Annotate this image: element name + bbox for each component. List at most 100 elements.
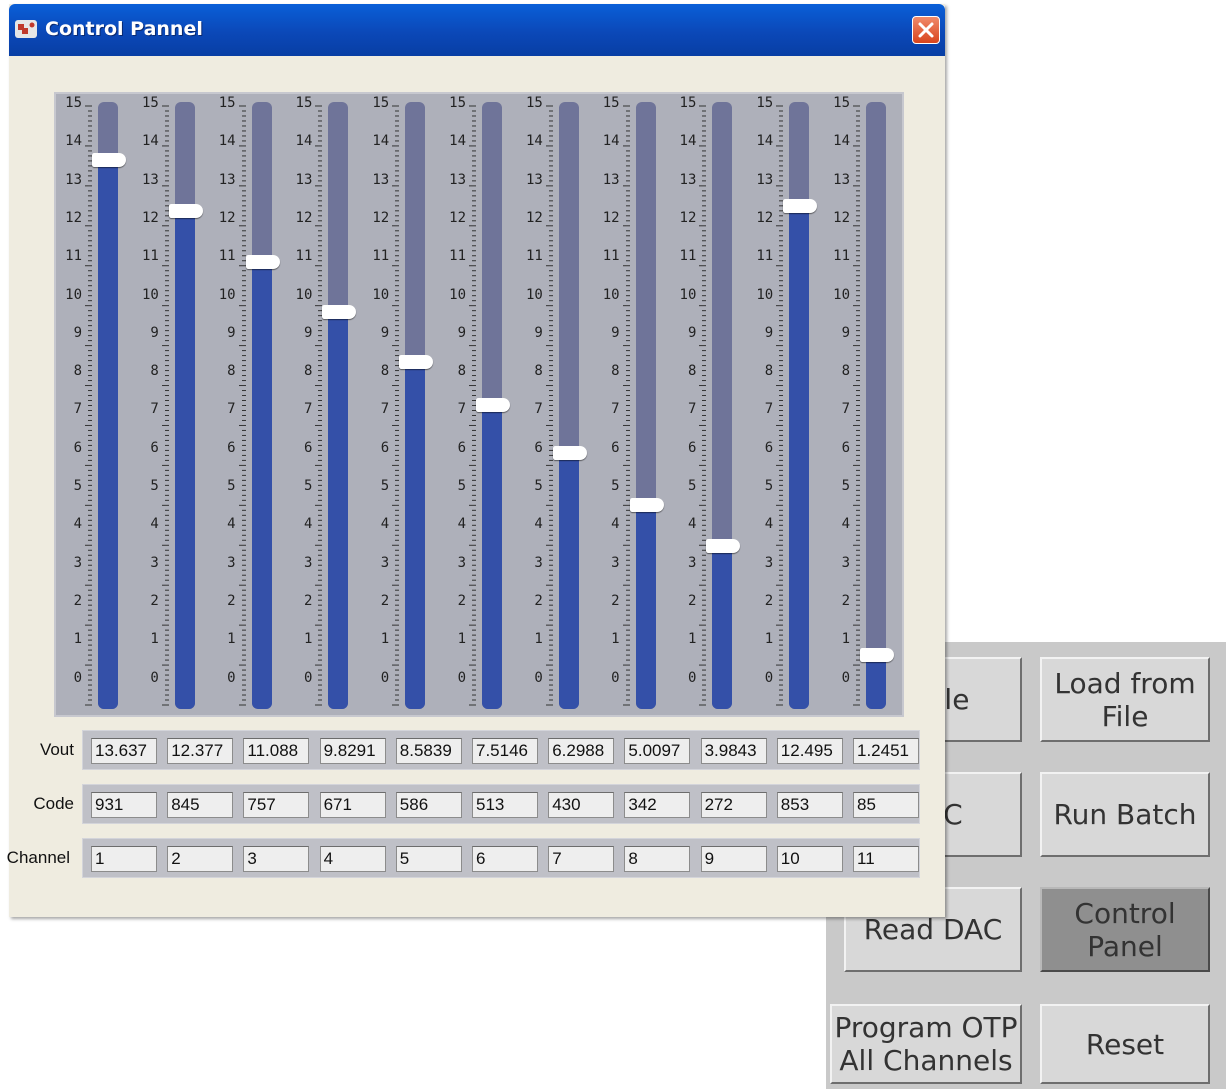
vout-field[interactable]: 9.8291 bbox=[319, 738, 386, 764]
tick-label: 14 bbox=[295, 133, 313, 150]
slider-thumb[interactable] bbox=[629, 497, 664, 512]
slider-track[interactable] bbox=[558, 102, 579, 709]
vout-field[interactable]: 7.5146 bbox=[472, 738, 538, 764]
vout-field[interactable]: 12.495 bbox=[776, 738, 843, 764]
slider-thumb[interactable] bbox=[552, 446, 587, 461]
control-panel-button[interactable]: Control Panel bbox=[1040, 887, 1210, 972]
code-field[interactable]: 845 bbox=[167, 792, 234, 818]
slider-track[interactable] bbox=[251, 102, 272, 709]
tick-label: 6 bbox=[73, 439, 82, 456]
slider-track[interactable] bbox=[866, 102, 886, 709]
code-field[interactable]: 757 bbox=[243, 792, 310, 818]
slider-channel-9[interactable]: 15 14 13 12 11 10 9 8 7 6 5 4 3 2 1 0 bbox=[670, 94, 747, 719]
slider-channel-5[interactable]: 15 14 13 12 11 10 9 8 7 6 5 4 3 2 1 0 bbox=[363, 94, 440, 719]
tick-label: 10 bbox=[525, 286, 543, 303]
slider-channel-2[interactable]: 15 14 13 12 11 10 9 8 7 6 5 4 3 2 1 0 bbox=[133, 94, 210, 719]
vout-field[interactable]: 12.377 bbox=[167, 738, 234, 764]
slider-channel-8[interactable]: 15 14 13 12 11 10 9 8 7 6 5 4 3 2 1 0 bbox=[594, 94, 671, 719]
slider-track[interactable] bbox=[635, 102, 656, 709]
channel-field[interactable]: 6 bbox=[472, 846, 538, 872]
channel-field[interactable]: 3 bbox=[243, 846, 310, 872]
code-field[interactable]: 513 bbox=[472, 792, 538, 818]
channel-field[interactable]: 11 bbox=[853, 846, 919, 872]
tick-label: 3 bbox=[841, 554, 850, 571]
channel-field[interactable]: 2 bbox=[167, 846, 234, 872]
tick-label: 3 bbox=[227, 554, 236, 571]
slider-thumb[interactable] bbox=[476, 397, 510, 412]
tick-label: 7 bbox=[457, 401, 466, 418]
channel-field[interactable]: 9 bbox=[700, 846, 767, 872]
code-field[interactable]: 853 bbox=[776, 792, 843, 818]
slider-track[interactable] bbox=[98, 102, 118, 709]
channel-field[interactable]: 7 bbox=[548, 846, 615, 872]
channel-field[interactable]: 8 bbox=[624, 846, 691, 872]
code-field[interactable]: 272 bbox=[700, 792, 767, 818]
tick-label: 7 bbox=[150, 401, 159, 418]
channel-field[interactable]: 10 bbox=[776, 846, 843, 872]
code-field[interactable]: 430 bbox=[548, 792, 615, 818]
slider-channel-1[interactable]: 15 14 13 12 11 10 9 8 7 6 5 4 3 2 1 0 bbox=[56, 94, 133, 719]
slider-thumb[interactable] bbox=[92, 153, 126, 168]
slider-track[interactable] bbox=[174, 102, 195, 709]
slider-channel-11[interactable]: 15 14 13 12 11 10 9 8 7 6 5 4 3 2 1 0 bbox=[824, 94, 901, 719]
code-field[interactable]: 586 bbox=[395, 792, 462, 818]
vout-field[interactable]: 5.0097 bbox=[624, 738, 691, 764]
tick-label: 9 bbox=[457, 324, 466, 341]
vout-field[interactable]: 6.2988 bbox=[548, 738, 615, 764]
code-field[interactable]: 85 bbox=[853, 792, 919, 818]
slider-thumb[interactable] bbox=[706, 538, 741, 553]
close-button[interactable] bbox=[912, 16, 940, 44]
tick-label: 8 bbox=[687, 363, 697, 380]
tick-label: 7 bbox=[380, 401, 390, 418]
run-batch-button[interactable]: Run Batch bbox=[1040, 772, 1210, 857]
slider-track[interactable] bbox=[405, 102, 426, 709]
slider-channel-7[interactable]: 15 14 13 12 11 10 9 8 7 6 5 4 3 2 1 0 bbox=[517, 94, 594, 719]
vout-field[interactable]: 13.637 bbox=[91, 738, 157, 764]
vout-field[interactable]: 11.088 bbox=[243, 738, 310, 764]
tick-label: 3 bbox=[764, 554, 774, 571]
tick-label: 7 bbox=[687, 401, 697, 418]
slider-channel-3[interactable]: 15 14 13 12 11 10 9 8 7 6 5 4 3 2 1 0 bbox=[210, 94, 287, 719]
slider-thumb[interactable] bbox=[245, 255, 280, 270]
slider-channel-10[interactable]: 15 14 13 12 11 10 9 8 7 6 5 4 3 2 1 0 bbox=[747, 94, 824, 719]
code-field[interactable]: 342 bbox=[624, 792, 691, 818]
slider-area: 15 14 13 12 11 10 9 8 7 6 5 4 3 2 1 0 15 14 13 12 11 10 9 8 7 6 5 4… bbox=[54, 92, 904, 717]
tick-label: 11 bbox=[372, 248, 390, 265]
program-otp-button[interactable]: Program OTP All Channels bbox=[830, 1004, 1022, 1084]
channel-field[interactable]: 4 bbox=[319, 846, 386, 872]
slider-channel-4[interactable]: 15 14 13 12 11 10 9 8 7 6 5 4 3 2 1 0 bbox=[286, 94, 363, 719]
tick-label: 9 bbox=[73, 324, 82, 341]
tick-label: 12 bbox=[602, 209, 620, 226]
slider-track[interactable] bbox=[328, 102, 349, 709]
slider-thumb[interactable] bbox=[860, 648, 894, 663]
tick-label: 6 bbox=[534, 439, 543, 456]
tick-label: 9 bbox=[764, 324, 774, 341]
slider-track[interactable] bbox=[789, 102, 810, 709]
tick-label: 14 bbox=[525, 133, 543, 150]
title-bar[interactable]: Control Pannel bbox=[9, 4, 945, 56]
vout-field[interactable]: 3.9843 bbox=[700, 738, 767, 764]
slider-thumb[interactable] bbox=[783, 199, 818, 214]
channel-field[interactable]: 1 bbox=[91, 846, 157, 872]
code-field[interactable]: 931 bbox=[91, 792, 157, 818]
tick-label: 2 bbox=[764, 592, 774, 609]
slider-track[interactable] bbox=[712, 102, 733, 709]
slider-channel-6[interactable]: 15 14 13 12 11 10 9 8 7 6 5 4 3 2 1 0 bbox=[440, 94, 517, 719]
slider-thumb[interactable] bbox=[322, 305, 357, 320]
tick-label: 1 bbox=[303, 631, 313, 648]
load-from-file-button[interactable]: Load from File bbox=[1040, 657, 1210, 742]
tick-label: 14 bbox=[679, 133, 697, 150]
vout-field[interactable]: 8.5839 bbox=[395, 738, 462, 764]
tick-label: 15 bbox=[602, 95, 620, 111]
tick-label: 3 bbox=[687, 554, 697, 571]
channel-field[interactable]: 5 bbox=[395, 846, 462, 872]
vout-row-label: Vout bbox=[39, 740, 74, 759]
tick-label: 8 bbox=[841, 363, 850, 380]
vout-field[interactable]: 1.2451 bbox=[853, 738, 919, 764]
slider-thumb[interactable] bbox=[168, 203, 203, 218]
tick-label: 1 bbox=[380, 631, 390, 648]
tick-label: 9 bbox=[150, 324, 159, 341]
code-field[interactable]: 671 bbox=[319, 792, 386, 818]
slider-thumb[interactable] bbox=[399, 355, 434, 370]
reset-button[interactable]: Reset bbox=[1040, 1004, 1210, 1084]
